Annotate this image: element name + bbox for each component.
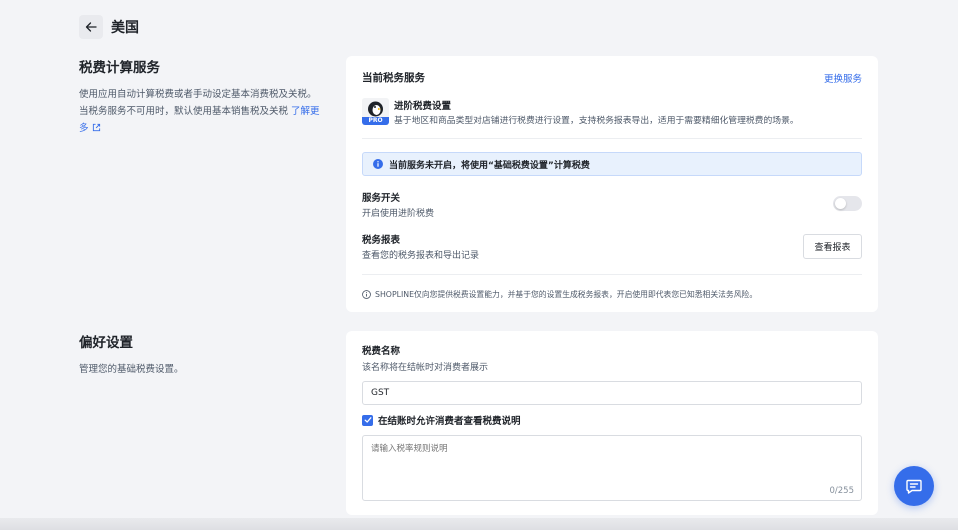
preference-section-info: 偏好设置 管理您的基础税费设置。 bbox=[79, 331, 324, 378]
info-notice: 当前服务未开启，将使用“基础税费设置”计算税费 bbox=[362, 152, 862, 176]
divider bbox=[362, 138, 862, 139]
pro-badge: PRO bbox=[368, 117, 383, 124]
info-icon bbox=[373, 159, 383, 169]
toggle-knob bbox=[835, 198, 846, 209]
tax-name-input[interactable] bbox=[362, 381, 862, 405]
chat-support-button[interactable] bbox=[894, 466, 934, 506]
allow-view-checkbox[interactable] bbox=[362, 414, 373, 426]
preference-card: 税费名称 该名称将在结帐时对消费者展示 在结账时允许消费者查看税费说明 0/25… bbox=[346, 331, 878, 515]
disclaimer: SHOPLINE仅向您提供税费设置能力，并基于您的设置生成税务报表，开启使用即代… bbox=[362, 289, 757, 300]
tax-name-sub: 该名称将在结帐时对消费者展示 bbox=[362, 363, 489, 373]
tax-service-section-info: 税费计算服务 使用应用自动计算税费或者手动设定基本消费税及关税。当税务服务不可用… bbox=[79, 56, 324, 137]
back-button[interactable] bbox=[79, 15, 103, 39]
external-link-icon bbox=[92, 123, 100, 132]
current-service-card: 当前税务服务 更换服务 PRO 进阶税费设置 基于地区和商品类型对店铺进行税费进… bbox=[346, 56, 878, 312]
section-description-text: 使用应用自动计算税费或者手动设定基本消费税及关税。当税务服务不可用时，默认使用基… bbox=[79, 89, 317, 117]
divider bbox=[362, 274, 862, 275]
arrow-left-icon bbox=[85, 22, 97, 32]
service-name: 进阶税费设置 bbox=[394, 101, 452, 112]
info-outline-icon bbox=[362, 290, 371, 299]
check-icon bbox=[364, 417, 371, 423]
service-description: 基于地区和商品类型对店铺进行税费进行设置，支持税务报表导出，适用于需要精细化管理… bbox=[394, 116, 799, 126]
section-title: 偏好设置 bbox=[79, 335, 133, 351]
service-toggle-switch[interactable] bbox=[833, 196, 862, 211]
tax-name-label: 税费名称 bbox=[362, 346, 401, 357]
view-report-button[interactable]: 查看报表 bbox=[803, 234, 862, 259]
service-logo: PRO bbox=[362, 98, 389, 125]
section-description: 管理您的基础税费设置。 bbox=[79, 364, 184, 375]
allow-view-label: 在结账时允许消费者查看税费说明 bbox=[378, 416, 521, 427]
section-title: 税费计算服务 bbox=[79, 60, 160, 76]
section-description: 使用应用自动计算税费或者手动设定基本消费税及关税。当税务服务不可用时，默认使用基… bbox=[79, 86, 324, 137]
card-title: 当前税务服务 bbox=[362, 72, 425, 84]
service-toggle-sub: 开启使用进阶税费 bbox=[362, 209, 435, 219]
tax-report-label: 税务报表 bbox=[362, 235, 401, 246]
service-toggle-label: 服务开关 bbox=[362, 193, 401, 204]
disclaimer-text: SHOPLINE仅向您提供税费设置能力，并基于您的设置生成税务报表，开启使用即代… bbox=[375, 290, 758, 299]
char-counter: 0/255 bbox=[829, 486, 855, 496]
page-title: 美国 bbox=[111, 20, 139, 36]
switch-service-link[interactable]: 更换服务 bbox=[824, 71, 862, 85]
bottom-scroll-shadow bbox=[0, 518, 958, 530]
tax-report-sub: 查看您的税务报表和导出记录 bbox=[362, 251, 480, 261]
chat-icon bbox=[906, 479, 922, 494]
notice-text: 当前服务未开启，将使用“基础税费设置”计算税费 bbox=[389, 160, 590, 171]
page-header: 美国 bbox=[79, 14, 139, 40]
tax-rule-description-textarea[interactable] bbox=[362, 435, 862, 501]
allow-view-checkbox-row[interactable]: 在结账时允许消费者查看税费说明 bbox=[362, 413, 521, 427]
